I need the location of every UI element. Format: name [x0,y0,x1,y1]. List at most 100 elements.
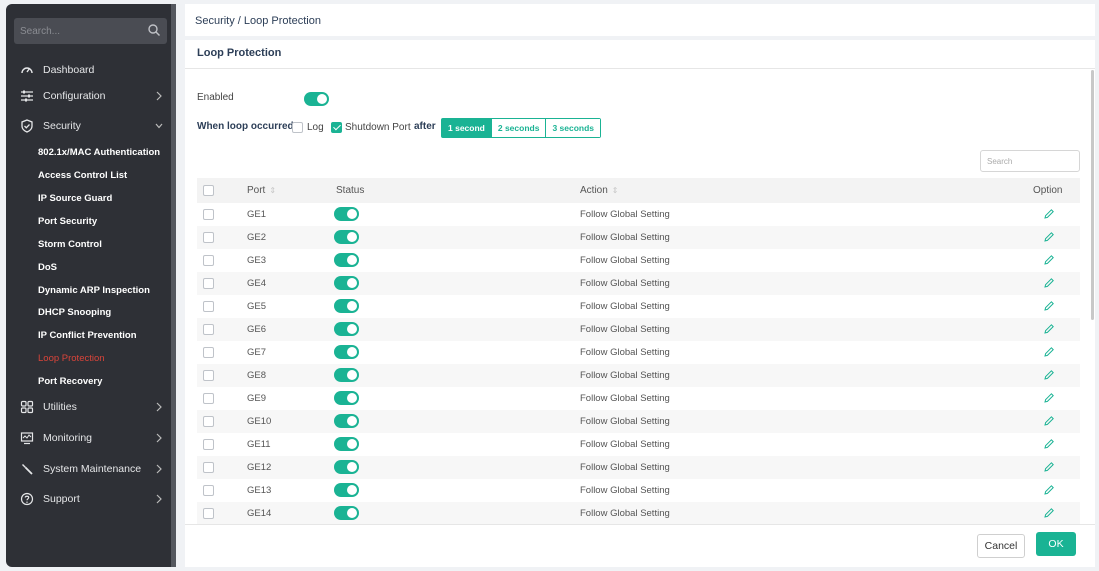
edit-icon[interactable] [1043,415,1055,427]
sidebar-item-ip-conflict[interactable]: IP Conflict Prevention [38,325,168,345]
row-checkbox[interactable] [203,370,214,381]
status-toggle[interactable] [334,483,359,497]
select-all-checkbox[interactable] [203,185,214,196]
status-toggle[interactable] [334,460,359,474]
sidebar-item-storm-control[interactable]: Storm Control [38,234,168,254]
sidebar-item-port-security[interactable]: Port Security [38,211,168,231]
edit-icon[interactable] [1043,323,1055,335]
enabled-toggle[interactable] [304,92,329,106]
when-loop-label: When loop occurred, [197,121,297,132]
sidebar-item-acl[interactable]: Access Control List [38,165,168,185]
table-header: Port ⇕ Status Action ⇕ Option [197,178,1080,203]
search-icon[interactable] [147,23,161,37]
sidebar-item-dhcp-snooping[interactable]: DHCP Snooping [38,302,168,322]
status-toggle[interactable] [334,207,359,221]
breadcrumb: Security / Loop Protection [195,15,321,27]
status-toggle[interactable] [334,276,359,290]
row-checkbox[interactable] [203,508,214,519]
status-toggle[interactable] [334,414,359,428]
grid-icon [20,400,34,414]
status-toggle[interactable] [334,391,359,405]
table-search-input[interactable] [980,150,1080,172]
status-toggle[interactable] [334,437,359,451]
nav-support[interactable]: Support [6,487,171,511]
chevron-right-icon [156,464,162,474]
table-row: GE5 Follow Global Setting [197,295,1080,318]
row-checkbox[interactable] [203,416,214,427]
shutdown-port-checkbox[interactable] [331,122,342,133]
sidebar-search-input[interactable] [20,22,140,40]
port-cell: GE14 [247,508,272,519]
edit-icon[interactable] [1043,461,1055,473]
port-column-header[interactable]: Port ⇕ [247,185,276,196]
sidebar-item-loop-protection[interactable]: Loop Protection [38,348,168,368]
log-checkbox[interactable] [292,122,303,133]
cancel-button[interactable]: Cancel [977,534,1025,558]
row-checkbox[interactable] [203,347,214,358]
after-label: after [414,121,436,132]
edit-icon[interactable] [1043,369,1055,381]
action-cell: Follow Global Setting [580,393,670,404]
status-toggle[interactable] [334,230,359,244]
action-cell: Follow Global Setting [580,508,670,519]
status-toggle[interactable] [334,322,359,336]
edit-icon[interactable] [1043,231,1055,243]
duration-3-seconds[interactable]: 3 seconds [545,119,601,137]
status-toggle[interactable] [334,253,359,267]
port-cell: GE8 [247,370,267,381]
port-cell: GE7 [247,347,267,358]
sidebar-item-dos[interactable]: DoS [38,257,168,277]
duration-1-second[interactable]: 1 second [442,119,491,137]
edit-icon[interactable] [1043,300,1055,312]
edit-icon[interactable] [1043,392,1055,404]
panel-scrollbar[interactable] [1091,70,1094,320]
port-cell: GE6 [247,324,267,335]
chevron-right-icon [156,494,162,504]
status-toggle[interactable] [334,345,359,359]
edit-icon[interactable] [1043,484,1055,496]
edit-icon[interactable] [1043,346,1055,358]
row-checkbox[interactable] [203,485,214,496]
row-checkbox[interactable] [203,462,214,473]
nav-system-maintenance[interactable]: System Maintenance [6,457,171,481]
edit-icon[interactable] [1043,277,1055,289]
row-checkbox[interactable] [203,278,214,289]
status-toggle[interactable] [334,299,359,313]
sidebar-item-ip-source-guard[interactable]: IP Source Guard [38,188,168,208]
nav-security[interactable]: Security [6,114,171,138]
status-toggle[interactable] [334,368,359,382]
nav-dashboard[interactable]: Dashboard [6,58,171,82]
duration-selector: 1 second 2 seconds 3 seconds [441,118,602,138]
row-checkbox[interactable] [203,232,214,243]
nav-utilities[interactable]: Utilities [6,395,171,419]
help-icon [20,492,34,506]
table-row: GE3 Follow Global Setting [197,249,1080,272]
action-column-header[interactable]: Action ⇕ [580,185,619,196]
nav-configuration[interactable]: Configuration [6,84,171,108]
nav-monitoring[interactable]: Monitoring [6,426,171,450]
edit-icon[interactable] [1043,254,1055,266]
edit-icon[interactable] [1043,507,1055,519]
log-label: Log [307,122,324,133]
row-checkbox[interactable] [203,209,214,220]
sidebar-item-8021x[interactable]: 802.1x/MAC Authentication [38,142,168,162]
duration-2-seconds[interactable]: 2 seconds [490,119,546,137]
sidebar-scrollbar[interactable] [171,4,176,567]
nav-support-label: Support [43,493,80,505]
sidebar-item-port-recovery[interactable]: Port Recovery [38,371,168,391]
action-cell: Follow Global Setting [580,485,670,496]
row-checkbox[interactable] [203,301,214,312]
row-checkbox[interactable] [203,324,214,335]
edit-icon[interactable] [1043,208,1055,220]
status-toggle[interactable] [334,506,359,520]
table-row: GE13 Follow Global Setting [197,479,1080,502]
table-row: GE14 Follow Global Setting [197,502,1080,525]
row-checkbox[interactable] [203,393,214,404]
sidebar-item-dynamic-arp[interactable]: Dynamic ARP Inspection [38,280,168,300]
row-checkbox[interactable] [203,255,214,266]
row-checkbox[interactable] [203,439,214,450]
table-row: GE8 Follow Global Setting [197,364,1080,387]
edit-icon[interactable] [1043,438,1055,450]
ok-button[interactable]: OK [1036,532,1076,556]
action-cell: Follow Global Setting [580,232,670,243]
